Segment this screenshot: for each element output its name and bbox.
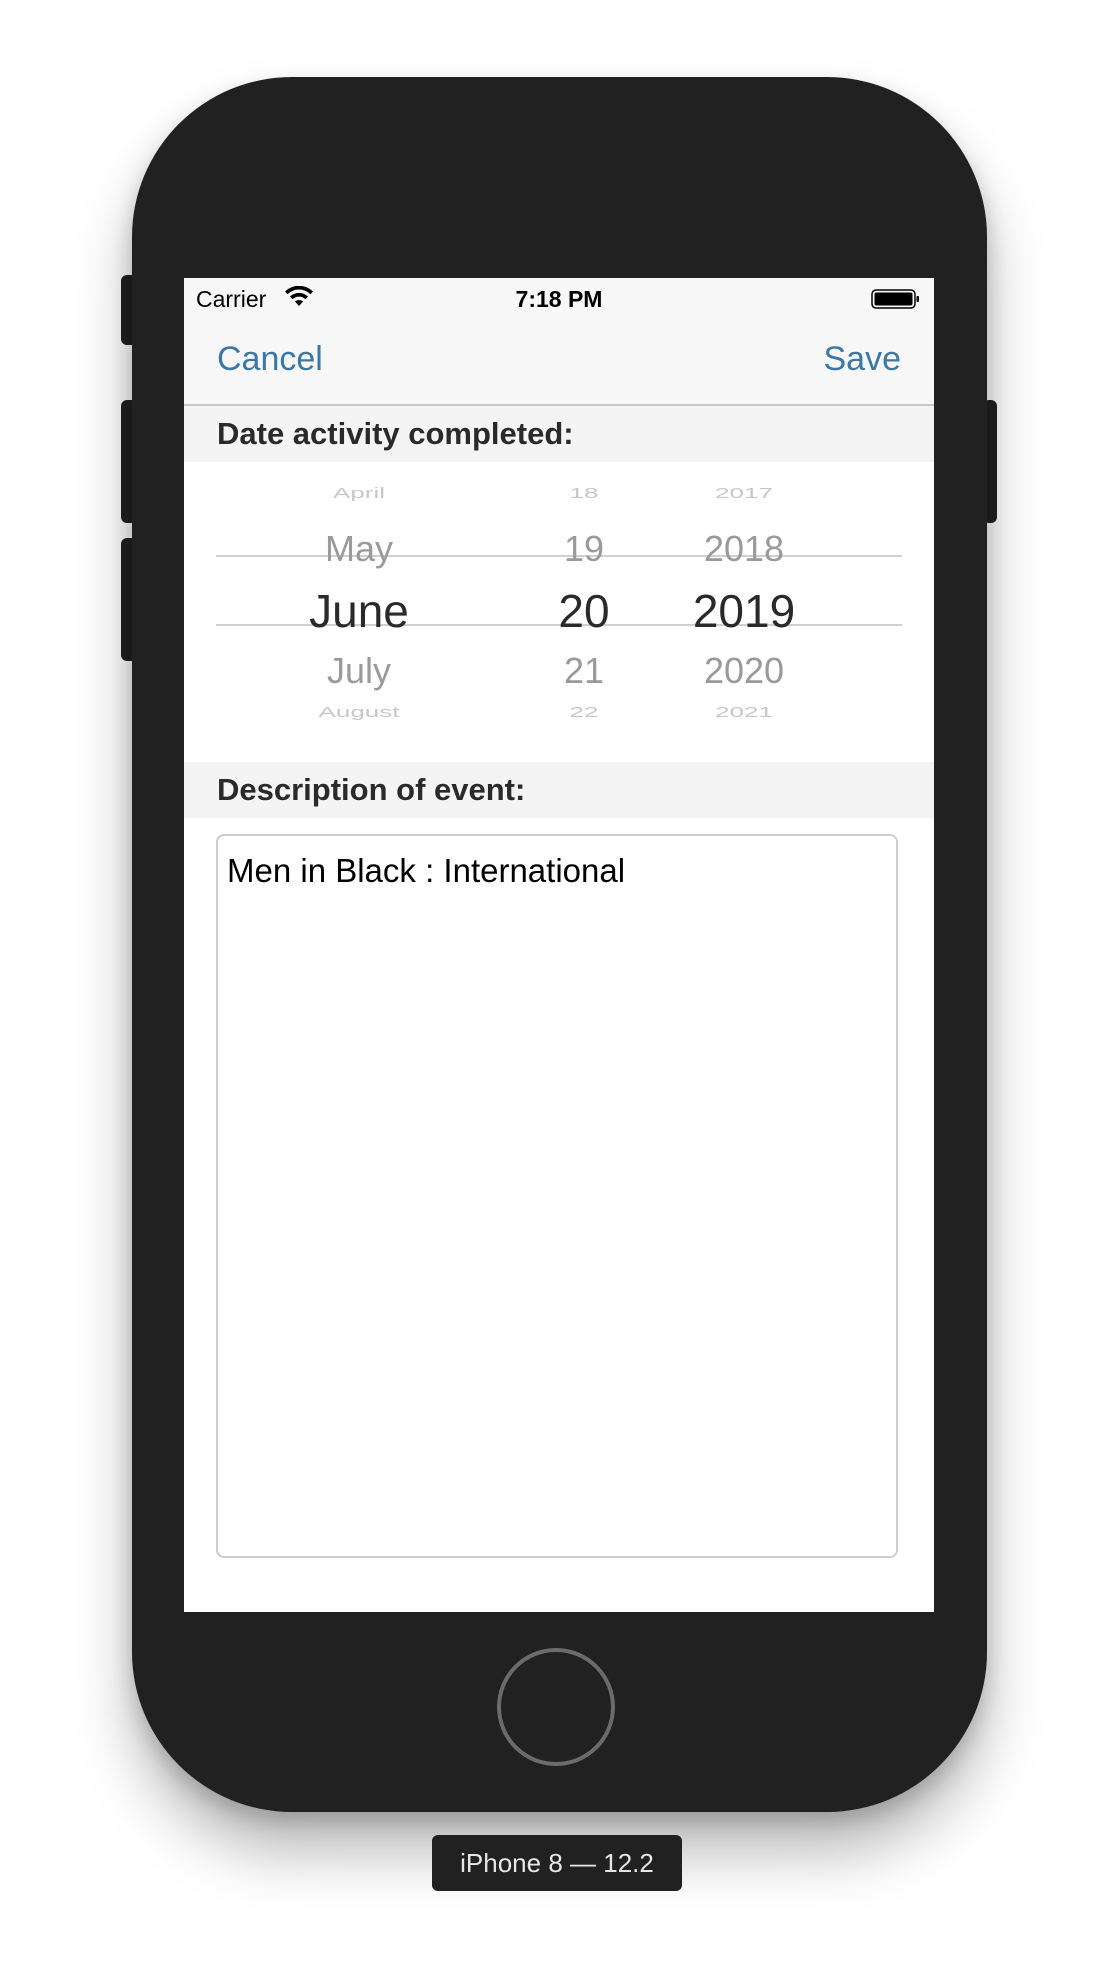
save-button[interactable]: Save: [824, 340, 902, 379]
picker-day-option[interactable]: 18: [524, 485, 644, 502]
navigation-bar: Cancel Save: [184, 320, 934, 406]
picker-year-option[interactable]: 2021: [664, 704, 824, 721]
picker-month-option[interactable]: August: [244, 704, 474, 721]
picker-month-option[interactable]: April: [244, 485, 474, 502]
description-section-title: Description of event:: [217, 772, 526, 807]
picker-day-wheel[interactable]: 18 19 20 21 22: [524, 462, 644, 762]
home-button[interactable]: [497, 1648, 615, 1766]
description-section-header: Description of event:: [184, 762, 934, 818]
picker-year-wheel[interactable]: 2017 2018 2019 2020 2021: [664, 462, 824, 762]
date-section-header: Date activity completed:: [184, 406, 934, 462]
simulator-stage: Carrier 7:18 PM Cancel Save Date activit…: [0, 0, 1118, 1962]
date-picker[interactable]: April May June July August 18 19 20 21 2…: [184, 462, 934, 762]
picker-month-option[interactable]: July: [244, 650, 474, 692]
status-time: 7:18 PM: [515, 286, 603, 312]
phone-screen: Carrier 7:18 PM Cancel Save Date activit…: [184, 278, 934, 1612]
picker-month-selected[interactable]: June: [244, 584, 474, 638]
battery-icon: [871, 289, 919, 309]
picker-day-option[interactable]: 22: [524, 704, 644, 721]
picker-year-option[interactable]: 2017: [664, 485, 824, 502]
picker-day-selected[interactable]: 20: [524, 584, 644, 638]
description-text-view[interactable]: Men in Black : International: [216, 834, 898, 1558]
picker-year-option[interactable]: 2018: [664, 528, 824, 570]
status-bar: Carrier 7:18 PM: [184, 278, 934, 320]
picker-month-option[interactable]: May: [244, 528, 474, 570]
picker-month-wheel[interactable]: April May June July August: [244, 462, 474, 762]
cancel-button[interactable]: Cancel: [217, 340, 323, 379]
picker-year-selected[interactable]: 2019: [664, 584, 824, 638]
device-label: iPhone 8 — 12.2: [432, 1835, 682, 1891]
picker-day-option[interactable]: 19: [524, 528, 644, 570]
picker-day-option[interactable]: 21: [524, 650, 644, 692]
date-section-title: Date activity completed:: [217, 416, 574, 451]
picker-year-option[interactable]: 2020: [664, 650, 824, 692]
